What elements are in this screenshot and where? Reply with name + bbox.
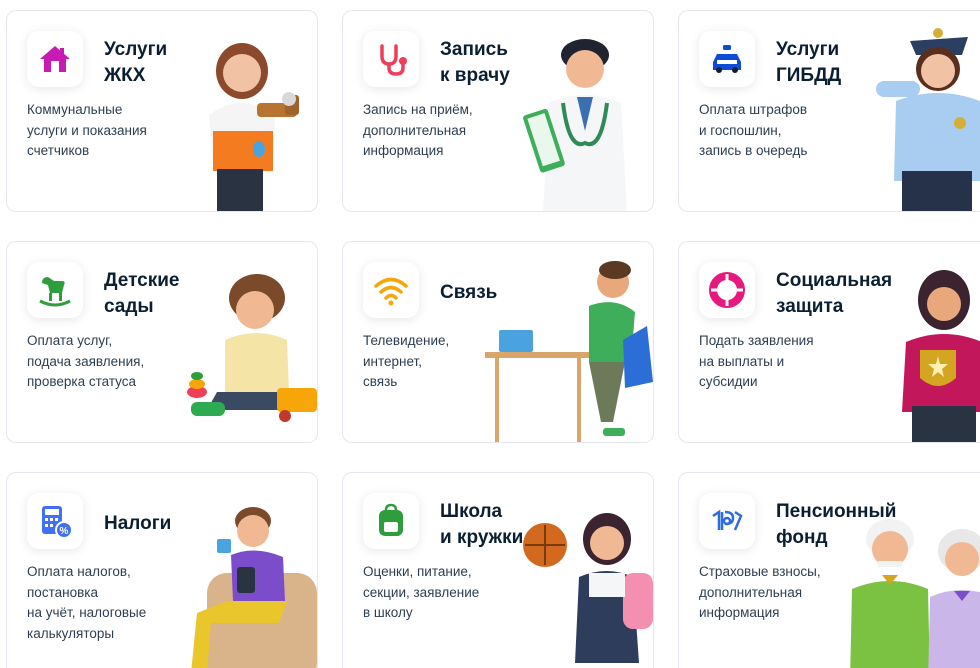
pension-fund-logo-icon: [699, 493, 755, 549]
service-card-pension-fund[interactable]: Пенсионный фонд Страховые взносы, дополн…: [678, 472, 980, 668]
service-card-taxes[interactable]: % Налоги Оплата налогов, постановка на у…: [6, 472, 318, 668]
service-card-kindergarten[interactable]: Детские сады Оплата услуг, подача заявле…: [6, 241, 318, 443]
card-description: Оплата налогов, постановка на учёт, нало…: [27, 564, 147, 641]
child-playing-illustration: [187, 274, 317, 422]
woman-with-shield-illustration: [902, 270, 980, 442]
house-icon: [27, 31, 83, 87]
backpack-icon: [363, 493, 419, 549]
calculator-percent-icon: %: [27, 493, 83, 549]
man-in-armchair-illustration: [191, 507, 317, 668]
service-card-doctor[interactable]: Запись к врачу Запись на приём, дополнит…: [342, 10, 654, 212]
doctor-illustration: [523, 39, 627, 211]
wifi-icon: [363, 262, 419, 318]
service-card-school[interactable]: Школа и кружки Оценки, питание, секции, …: [342, 472, 654, 668]
woman-with-faucet-illustration: [209, 43, 299, 211]
lifebuoy-icon: [699, 262, 755, 318]
police-car-icon: [699, 31, 755, 87]
elderly-couple-illustration: [850, 519, 980, 668]
rocking-horse-icon: [27, 262, 83, 318]
svg-text:%: %: [60, 526, 69, 537]
card-description: Оценки, питание, секции, заявление в шко…: [363, 564, 480, 620]
service-card-housing[interactable]: Услуги ЖКХ Коммунальные услуги и показан…: [6, 10, 318, 212]
card-description: Коммунальные услуги и показания счетчико…: [27, 102, 147, 158]
card-description: Подать заявления на выплаты и субсидии: [699, 333, 814, 389]
service-card-traffic-police[interactable]: Услуги ГИБДД Оплата штрафов и госпошлин,…: [678, 10, 980, 212]
schoolgirl-with-ball-illustration: [523, 513, 653, 663]
stethoscope-icon: [363, 31, 419, 87]
man-at-desk-illustration: [485, 261, 653, 442]
card-description: Оплата штрафов и госпошлин, запись в оче…: [699, 102, 808, 158]
service-card-communication[interactable]: Связь Телевидение, интернет, связь: [342, 241, 654, 443]
service-card-social-protection[interactable]: Социальная защита Подать заявления на вы…: [678, 241, 980, 443]
police-officer-illustration: [876, 28, 980, 211]
